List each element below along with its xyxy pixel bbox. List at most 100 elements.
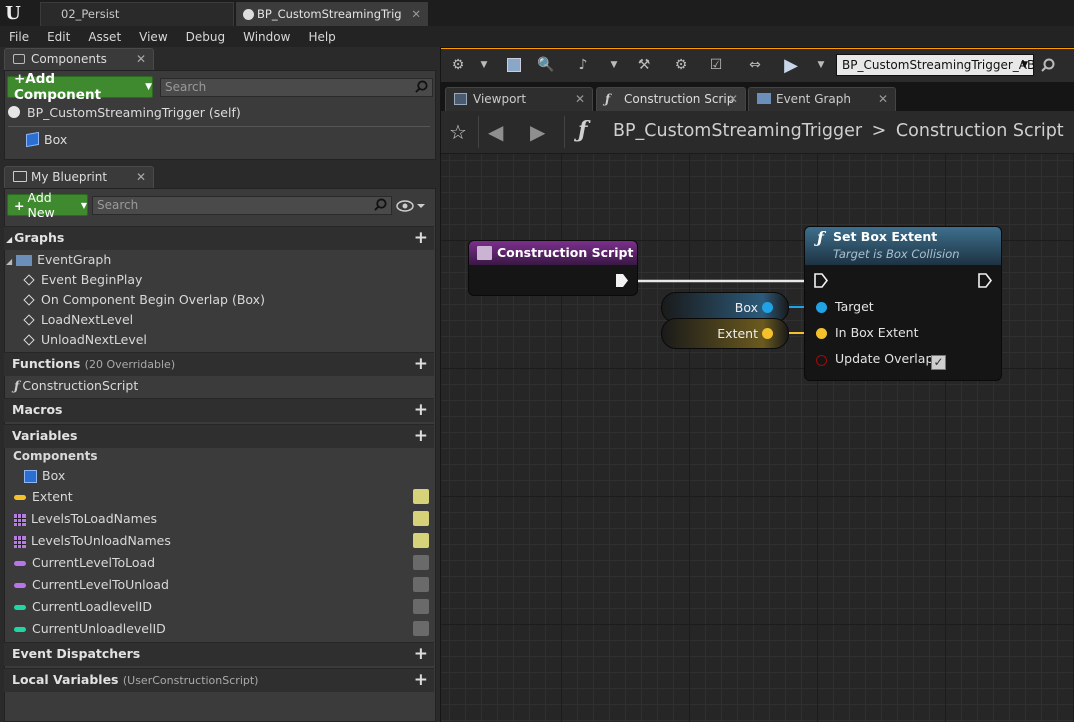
doc-tab-level[interactable]: 02_Persist: [40, 2, 234, 26]
chevron-down-icon[interactable]: ▼: [603, 55, 625, 75]
tab-label: Viewport: [473, 92, 527, 106]
play-icon[interactable]: ▶: [780, 55, 802, 76]
target-pin-icon[interactable]: [816, 302, 827, 313]
variable-item-levelstoloadnames[interactable]: LevelsToLoadNames: [4, 509, 434, 529]
visibility-closed-eye-icon[interactable]: [413, 577, 429, 592]
visibility-closed-eye-icon[interactable]: [413, 621, 429, 636]
doc-tab-blueprint[interactable]: BP_CustomStreamingTrig ✕: [236, 2, 428, 26]
section-event-dispatchers[interactable]: Event Dispatchers +: [4, 642, 434, 666]
diff-icon[interactable]: ♪: [572, 55, 594, 75]
event-item-begin-overlap[interactable]: On Component Begin Overlap (Box): [4, 290, 434, 310]
tab-label: Event Graph: [776, 92, 851, 106]
add-local-variable-plus-icon[interactable]: +: [414, 669, 428, 691]
pin-label-in-box-extent: In Box Extent: [835, 325, 919, 340]
section-variables-label: Variables: [12, 428, 78, 443]
visibility-eye-icon[interactable]: [413, 511, 429, 526]
menu-edit[interactable]: Edit: [38, 30, 79, 44]
int-type-icon: [14, 627, 26, 632]
variable-item-levelstounloadnames[interactable]: LevelsToUnloadNames: [4, 531, 434, 551]
box-out-pin-icon[interactable]: [762, 302, 773, 313]
blueprint-search-input[interactable]: Search: [92, 196, 392, 215]
exec-out-pin-icon[interactable]: [978, 273, 992, 288]
close-icon[interactable]: ✕: [411, 3, 421, 25]
variable-item-currentloadlevelid[interactable]: CurrentLoadlevelID: [4, 597, 434, 617]
section-local-variables[interactable]: Local Variables (UserConstructionScript)…: [4, 668, 434, 692]
close-icon[interactable]: ✕: [575, 88, 585, 110]
visibility-eye-icon[interactable]: [396, 199, 426, 213]
graph-item-eventgraph[interactable]: ◢ EventGraph: [4, 250, 434, 270]
component-box[interactable]: Box: [44, 130, 67, 150]
add-macro-plus-icon[interactable]: +: [414, 399, 428, 421]
section-graphs[interactable]: ◢ Graphs +: [4, 226, 434, 250]
menu-debug[interactable]: Debug: [177, 30, 234, 44]
function-label: ConstructionScript: [22, 378, 139, 393]
debug-object-select[interactable]: BP_CustomStreamingTrigger_AB ▼: [836, 54, 1036, 76]
find-in-content-browser-icon[interactable]: 🔍: [535, 55, 557, 75]
add-variable-plus-icon[interactable]: +: [414, 425, 428, 447]
chevron-down-icon: ▼: [1021, 60, 1028, 70]
add-component-button[interactable]: +Add Component ▼: [7, 71, 153, 103]
event-item-loadnextlevel[interactable]: LoadNextLevel: [4, 310, 434, 330]
node-construction-script[interactable]: Construction Script: [468, 240, 638, 296]
close-icon[interactable]: ✕: [136, 167, 146, 187]
my-blueprint-tab[interactable]: My Blueprint ✕: [4, 166, 154, 188]
variable-item-currentleveltoload[interactable]: CurrentLevelToLoad: [4, 553, 434, 573]
exec-out-pin-icon[interactable]: [615, 273, 629, 288]
components-search-input[interactable]: Search: [160, 78, 433, 97]
section-macros[interactable]: Macros +: [4, 398, 434, 422]
visibility-eye-icon[interactable]: [413, 489, 429, 504]
menu-file[interactable]: File: [0, 30, 38, 44]
tab-event-graph[interactable]: Event Graph ✕: [748, 87, 896, 111]
update-overlaps-checkbox[interactable]: ✓: [931, 355, 946, 370]
in-box-extent-pin-icon[interactable]: [816, 328, 827, 339]
add-function-plus-icon[interactable]: +: [414, 353, 428, 375]
event-item-beginplay[interactable]: Event BeginPlay: [4, 270, 434, 290]
add-dispatcher-plus-icon[interactable]: +: [414, 643, 428, 665]
section-functions[interactable]: Functions (20 Overridable) +: [4, 352, 434, 376]
event-item-unloadnextlevel[interactable]: UnloadNextLevel: [4, 330, 434, 350]
update-overlaps-pin-icon[interactable]: [816, 355, 827, 366]
variable-label: Extent: [32, 489, 73, 504]
variable-category-components[interactable]: Components: [4, 446, 434, 466]
add-graph-plus-icon[interactable]: +: [414, 227, 428, 249]
search-icon[interactable]: [1041, 58, 1055, 72]
extent-out-pin-icon[interactable]: [762, 328, 773, 339]
save-icon[interactable]: [503, 55, 525, 75]
visibility-closed-eye-icon[interactable]: [413, 555, 429, 570]
function-item-constructionscript[interactable]: ƒ ConstructionScript: [4, 376, 434, 396]
menu-asset[interactable]: Asset: [79, 30, 130, 44]
search-blueprint-icon[interactable]: ⚒: [633, 55, 655, 75]
doc-tab-label: 02_Persist: [61, 7, 120, 21]
add-new-button[interactable]: + Add New ▼: [7, 190, 88, 220]
section-variables[interactable]: Variables +: [4, 424, 434, 448]
visibility-eye-icon[interactable]: [413, 533, 429, 548]
menu-window[interactable]: Window: [234, 30, 299, 44]
menu-help[interactable]: Help: [299, 30, 344, 44]
menu-view[interactable]: View: [130, 30, 176, 44]
exec-in-pin-icon[interactable]: [814, 273, 828, 288]
variable-item-extent[interactable]: Extent: [4, 487, 434, 507]
simulation-icon[interactable]: ⇔: [744, 55, 766, 75]
event-diamond-icon: [23, 314, 35, 326]
event-diamond-icon: [23, 334, 35, 346]
variable-item-box[interactable]: Box: [4, 466, 434, 486]
class-settings-icon[interactable]: ⚙: [670, 55, 692, 75]
debug-object-value: BP_CustomStreamingTrigger_AB: [842, 58, 1036, 72]
variable-item-currentunloadlevelid[interactable]: CurrentUnloadlevelID: [4, 619, 434, 639]
compile-settings-icon[interactable]: ⚙: [447, 55, 469, 75]
class-defaults-icon[interactable]: ☑: [705, 55, 727, 75]
variable-item-currentleveltounload[interactable]: CurrentLevelToUnload: [4, 575, 434, 595]
visibility-closed-eye-icon[interactable]: [413, 599, 429, 614]
tab-viewport[interactable]: Viewport ✕: [445, 87, 593, 111]
chevron-down-icon[interactable]: ▼: [810, 55, 832, 75]
tab-construction-script[interactable]: ƒ Construction Scrip ✕: [596, 87, 746, 111]
close-icon[interactable]: ✕: [728, 88, 738, 110]
component-root[interactable]: BP_CustomStreamingTrigger (self): [27, 103, 241, 123]
search-icon: [374, 198, 387, 211]
plus-icon: +: [14, 197, 25, 213]
close-icon[interactable]: ✕: [136, 49, 146, 69]
close-icon[interactable]: ✕: [878, 88, 888, 110]
chevron-down-icon[interactable]: ▼: [473, 55, 495, 75]
add-component-label: +Add Component: [14, 71, 102, 103]
components-tab[interactable]: Components ✕: [4, 48, 154, 70]
